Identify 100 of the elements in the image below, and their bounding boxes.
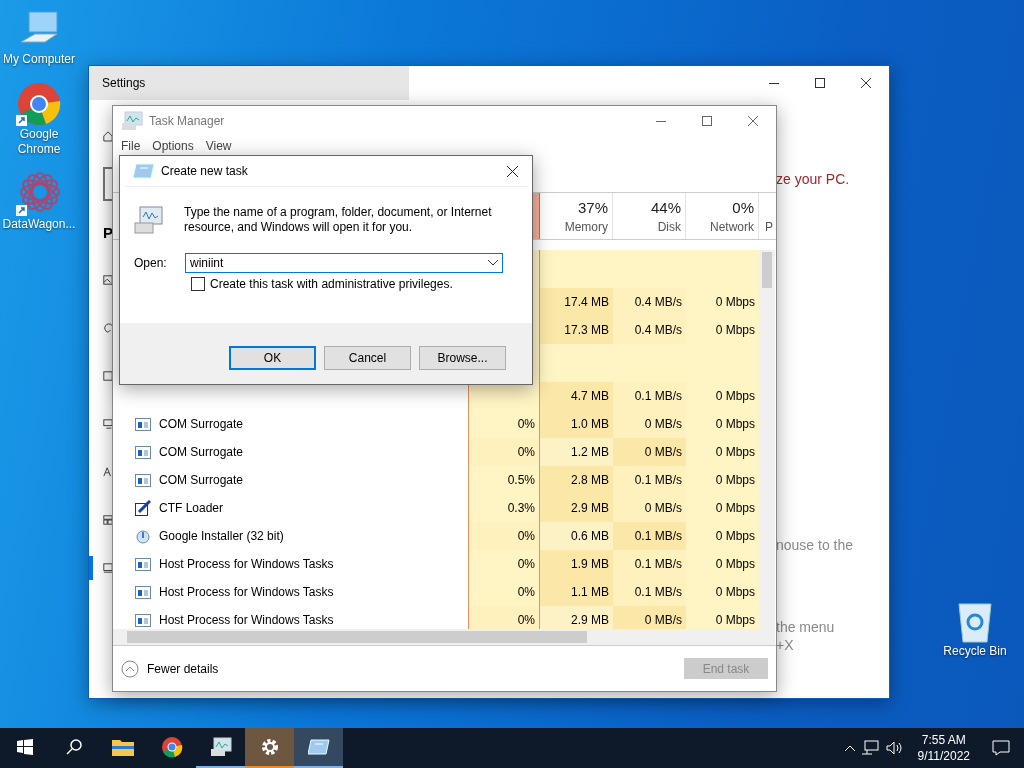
column-header[interactable]: 0% Network <box>686 193 759 239</box>
table-cell: 2.9 MB <box>540 606 613 630</box>
table-cell: 0% <box>468 606 540 630</box>
windows-logo-icon <box>16 739 33 755</box>
table-cell: 0 MB/s <box>613 606 686 630</box>
table-cell: 4.7 MB <box>540 382 613 410</box>
column-label: Network <box>710 219 754 234</box>
notification-icon[interactable] <box>992 740 1010 756</box>
process-name[interactable]: Host Process for Windows Tasks <box>159 585 334 599</box>
pen-icon <box>135 500 151 516</box>
minimize-icon <box>656 120 666 122</box>
description-text: ze your PC. <box>776 170 851 188</box>
table-cell: 0.1 MB/s <box>613 522 686 550</box>
table-cell: 0 Mbps <box>686 606 759 630</box>
maximize-icon <box>815 78 825 88</box>
process-name[interactable]: Host Process for Windows Tasks <box>159 557 334 571</box>
process-name[interactable]: CTF Loader <box>159 501 224 515</box>
column-label: P <box>765 220 773 234</box>
horizontal-scrollbar[interactable] <box>113 629 759 645</box>
menu-item[interactable]: Options <box>146 139 200 153</box>
table-cell: 0 Mbps <box>686 410 759 438</box>
process-name[interactable]: COM Surrogate <box>159 417 244 431</box>
table-cell: 0.4 MB/s <box>613 316 686 344</box>
speaker-icon[interactable] <box>885 740 904 756</box>
desktop-icon-label[interactable]: Recycle Bin <box>943 644 1007 659</box>
monitor-icon[interactable] <box>103 417 113 431</box>
minimize-icon <box>769 82 779 84</box>
table-cell: 0 Mbps <box>686 438 759 466</box>
table-cell: 0 Mbps <box>686 578 759 606</box>
close-icon <box>506 165 518 177</box>
table-cell: 1.1 MB <box>540 578 613 606</box>
hint-text: nouse to the <box>776 536 855 554</box>
dialog-button[interactable]: Cancel <box>324 345 411 370</box>
usage-percent: 44% <box>650 198 681 216</box>
column-header[interactable]: 37% Memory <box>540 193 613 239</box>
chrome-icon <box>160 736 183 758</box>
column-label: Disk <box>657 219 681 234</box>
window-app-icon <box>135 417 151 431</box>
column-label: Memory <box>564 219 608 234</box>
process-name[interactable]: COM Surrogate <box>159 473 244 487</box>
recycle-bin-icon[interactable] <box>955 600 995 644</box>
table-cell: 2.9 MB <box>540 494 613 522</box>
picture-icon[interactable] <box>103 273 113 287</box>
table-cell: 2.8 MB <box>540 466 613 494</box>
process-name[interactable]: Google Installer (32 bit) <box>159 529 284 543</box>
clock[interactable]: 7:55 AM 9/11/2022 <box>909 732 978 764</box>
network-icon[interactable] <box>861 740 880 756</box>
table-cell: 17.4 MB <box>540 288 613 316</box>
open-combo-box[interactable]: winiint <box>185 253 503 273</box>
table-cell: 0.1 MB/s <box>613 550 686 578</box>
taskbar-icon[interactable] <box>103 561 113 575</box>
table-cell: 0 MB/s <box>613 438 686 466</box>
dialog-button[interactable]: OK <box>229 345 316 370</box>
taskbar-button[interactable] <box>294 728 343 768</box>
menu-item[interactable]: File <box>115 139 147 153</box>
process-name[interactable]: Host Process for Windows Tasks <box>159 613 334 627</box>
maximize-icon <box>702 116 712 126</box>
table-cell: 0 Mbps <box>686 288 759 316</box>
fewer-details-toggle[interactable]: Fewer details <box>121 659 219 678</box>
window-app-icon <box>135 585 151 599</box>
monitor-chart-icon <box>121 111 143 131</box>
table-cell: 1.9 MB <box>540 550 613 578</box>
chrome-icon[interactable] <box>16 81 62 127</box>
run-window-icon <box>307 739 330 755</box>
process-name[interactable]: COM Surrogate <box>159 445 244 459</box>
hint-text: +X <box>776 636 795 654</box>
table-cell: 0.6 MB <box>540 522 613 550</box>
fonts-icon[interactable] <box>103 465 113 479</box>
monitor-chart-icon <box>209 737 232 757</box>
window-app-icon <box>135 613 151 627</box>
checkbox-label[interactable]: Create this task with administrative privileges. <box>210 277 453 291</box>
palette-icon[interactable] <box>103 321 113 335</box>
table-cell: 0.5% <box>468 466 540 494</box>
table-cell: 0 Mbps <box>686 382 759 410</box>
computer-monitor-icon <box>134 205 164 235</box>
home-icon[interactable] <box>103 129 113 143</box>
table-cell: 0% <box>468 438 540 466</box>
table-cell: 0.1 MB/s <box>613 578 686 606</box>
table-cell: 0% <box>468 410 540 438</box>
column-header[interactable]: 44% Disk <box>613 193 686 239</box>
table-cell: 1.2 MB <box>540 438 613 466</box>
gear-icon <box>259 737 280 757</box>
table-cell: 0 Mbps <box>686 494 759 522</box>
menu-item[interactable]: View <box>199 139 238 153</box>
mandala-icon[interactable] <box>16 171 62 217</box>
start-tiles-icon[interactable] <box>103 513 113 527</box>
taskbar-button[interactable] <box>245 728 294 768</box>
table-cell: 0% <box>468 578 540 606</box>
checkbox[interactable] <box>191 277 205 291</box>
chevron-up-icon[interactable] <box>843 744 856 752</box>
window-app-icon <box>135 445 151 459</box>
folder-icon <box>111 738 134 756</box>
vertical-scrollbar[interactable] <box>759 250 775 645</box>
usage-percent: 0% <box>732 198 754 216</box>
usage-percent: 37% <box>577 198 608 216</box>
nav-heading: P <box>103 223 113 241</box>
window-app-icon <box>135 557 151 571</box>
table-cell: 0.1 MB/s <box>613 382 686 410</box>
caret-icon <box>488 260 498 266</box>
dialog-button[interactable]: Browse... <box>419 345 506 370</box>
